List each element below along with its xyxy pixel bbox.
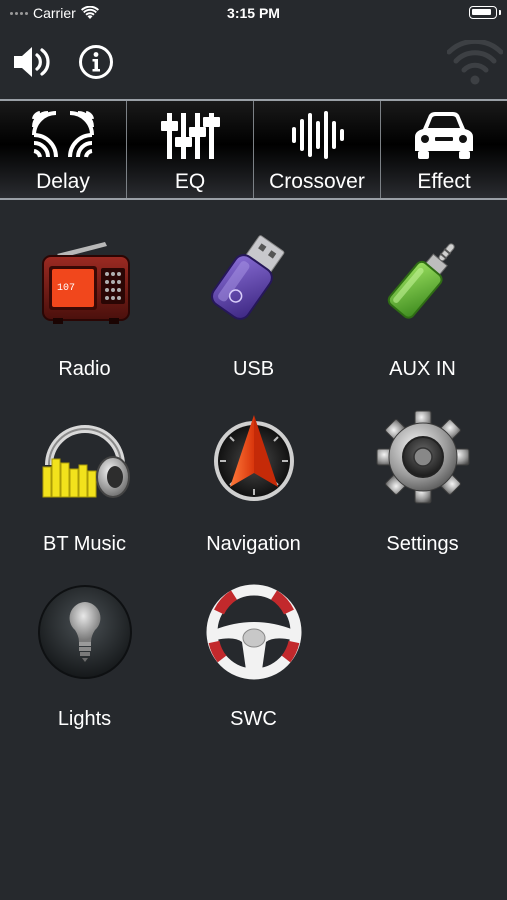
grid-item-aux-in-label: AUX IN — [389, 358, 456, 380]
grid-item-settings[interactable]: Settings — [338, 387, 507, 562]
grid-item-aux-in[interactable]: AUX IN — [338, 212, 507, 387]
tab-eq[interactable]: EQ — [127, 101, 254, 198]
speaker-volume-icon[interactable] — [12, 44, 52, 80]
tab-effect[interactable]: Effect — [381, 101, 507, 198]
grid-item-lights-label: Lights — [57, 708, 112, 730]
status-bar: Carrier 3:15 PM — [0, 0, 507, 26]
equalizer-sliders-icon — [161, 113, 220, 159]
crossover-bars-icon — [292, 111, 344, 159]
grid-item-navigation[interactable]: Navigation — [169, 387, 338, 562]
grid-item-radio-label: Radio — [58, 358, 111, 380]
tab-effect-label: Effect — [417, 170, 471, 193]
gear-icon — [376, 410, 469, 504]
grid-item-lights[interactable]: Lights — [0, 562, 169, 737]
headphones-icon — [42, 425, 130, 498]
tab-delay[interactable]: Delay — [0, 101, 127, 198]
car-icon — [415, 112, 473, 159]
grid-item-bt-music-label: BT Music — [43, 533, 126, 555]
radio-icon: 107 — [41, 242, 130, 324]
info-circle-icon[interactable] — [78, 44, 114, 80]
tab-delay-label: Delay — [36, 170, 90, 193]
tab-eq-label: EQ — [174, 170, 206, 193]
tab-crossover[interactable]: Crossover — [254, 101, 381, 198]
function-tab-bar: Delay EQ Crossover Effect — [0, 99, 507, 200]
grid-item-usb[interactable]: USB — [169, 212, 338, 387]
grid-item-settings-label: Settings — [386, 533, 459, 555]
aux-jack-icon — [387, 243, 455, 319]
grid-item-usb-label: USB — [232, 358, 275, 380]
usb-drive-icon — [210, 235, 284, 320]
grid-item-navigation-label: Navigation — [206, 533, 301, 555]
battery-icon — [469, 6, 501, 19]
tab-crossover-label: Crossover — [269, 170, 365, 193]
steering-wheel-icon — [206, 584, 301, 680]
light-bulb-icon — [37, 585, 132, 679]
wifi-signal-icon — [447, 40, 503, 85]
radio-display-frequency: 107 — [57, 283, 75, 294]
delay-waves-icon — [32, 111, 94, 158]
status-time: 3:15 PM — [227, 5, 280, 21]
grid-item-bt-music[interactable]: BT Music — [0, 387, 169, 562]
navigation-compass-icon — [213, 415, 294, 501]
grid-item-swc-label: SWC — [230, 708, 277, 730]
grid-item-swc[interactable]: SWC — [169, 562, 338, 737]
grid-item-radio[interactable]: 107 Radio — [0, 212, 169, 387]
